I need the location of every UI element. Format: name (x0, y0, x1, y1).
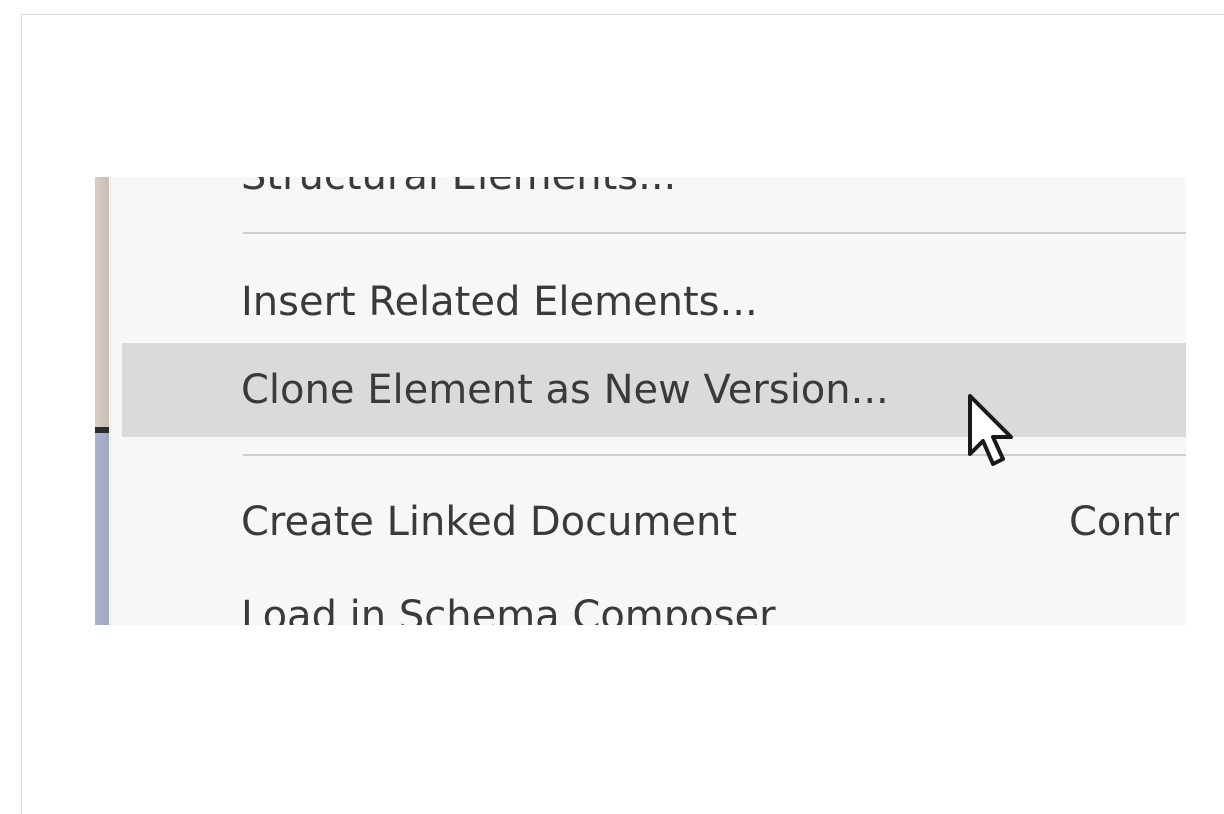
context-menu: Structural Elements... Insert Related El… (95, 177, 1186, 625)
arrow-pointer-icon (968, 394, 1013, 466)
menu-gutter (110, 177, 111, 625)
menu-item-label: Load in Schema Composer (241, 593, 776, 625)
menu-item-label: Clone Element as New Version... (241, 367, 889, 413)
menu-item-label: Insert Related Elements... (241, 279, 758, 325)
menu-item-structural-elements[interactable]: Structural Elements... (95, 177, 1186, 197)
menu-item-shortcut: Contr (1069, 499, 1179, 545)
menu-item-load-in-schema-composer[interactable]: Load in Schema Composer (95, 589, 1186, 625)
menu-item-insert-related-elements[interactable]: Insert Related Elements... (95, 275, 1186, 329)
menu-item-create-linked-document[interactable]: Create Linked Document Contr (95, 495, 1186, 549)
menu-left-strip (95, 177, 110, 625)
menu-item-clone-element-as-new-version[interactable]: Clone Element as New Version... (122, 343, 1186, 437)
menu-separator (243, 232, 1186, 234)
menu-item-label: Structural Elements... (241, 177, 676, 199)
menu-separator (243, 454, 1186, 456)
menu-item-label: Create Linked Document (241, 499, 738, 545)
